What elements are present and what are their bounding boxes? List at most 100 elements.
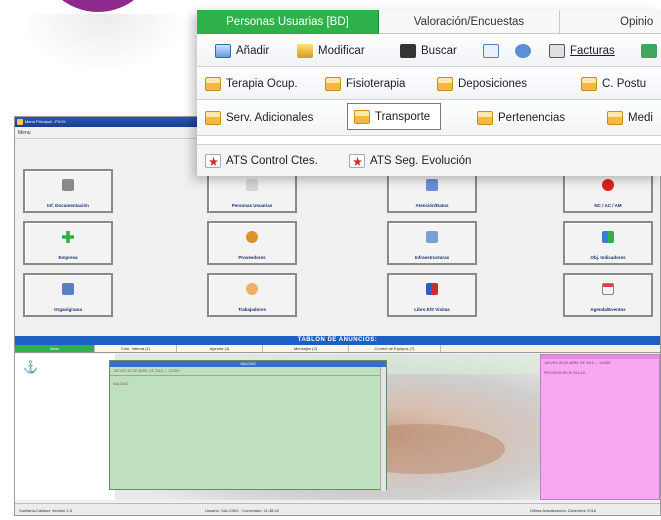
search-button[interactable]: Buscar <box>400 34 457 67</box>
workers-button[interactable]: Trabajadores <box>207 273 297 317</box>
binoculars-icon <box>400 43 416 58</box>
people-icon <box>246 179 258 191</box>
note-body: SALCINO <box>113 382 129 386</box>
note-scrollbar[interactable] <box>380 367 386 491</box>
ribbon-toolbar: Añadir Modificar Buscar Facturas <box>197 34 661 67</box>
pink-note-date: JUEVES 28 DE ABRIL DE 2016 — 13:08H <box>544 361 611 365</box>
folder-icon <box>607 111 623 125</box>
bulletin-board-title: TABLÓN DE ANUNCIOS: <box>15 336 660 345</box>
red-star-icon <box>205 154 221 168</box>
visits-book-button[interactable]: Libro E/S Visitas <box>387 273 477 317</box>
button-label: Organigrama <box>53 307 82 312</box>
org-icon <box>62 283 74 295</box>
tab-agenda[interactable]: Agenda (3) <box>177 345 263 352</box>
folder-icon <box>354 109 370 124</box>
medi-label: Medi <box>628 112 653 124</box>
care-icon <box>426 179 438 191</box>
transporte-button[interactable]: Transporte <box>347 103 442 130</box>
tools-icon <box>426 231 438 243</box>
tab-mensajes[interactable]: Mensajes (2) <box>263 345 349 352</box>
page-icon <box>483 43 499 58</box>
menu-item-menu[interactable]: Menu <box>18 130 31 136</box>
fisioterapia-label: Fisioterapia <box>346 77 406 90</box>
calendar-icon <box>602 283 614 295</box>
documentation-button[interactable]: Inf. Documentación <box>23 169 113 213</box>
invoices-button[interactable]: Facturas <box>549 34 615 67</box>
status-updated: Última Actualización: Diciembre 2016 <box>530 508 597 513</box>
note-date: JUEVES 28 DE ABRIL DE 2016 — 13:08H <box>110 367 386 376</box>
page-button[interactable] <box>483 34 504 67</box>
pertenencias-button[interactable]: Pertenencias <box>477 100 565 136</box>
terapia-ocup-button[interactable]: Terapia Ocup. <box>205 67 298 100</box>
worker-icon <box>246 283 258 295</box>
terapia-ocup-label: Terapia Ocup. <box>226 77 298 90</box>
modify-button[interactable]: Modificar <box>297 34 365 67</box>
blob-shadow <box>18 14 188 74</box>
tab-opinion[interactable]: Opinio <box>559 10 661 34</box>
ribbon-row-services: Serv. Adicionales Transporte Pertenencia… <box>197 100 661 136</box>
c-postu-label: C. Postu <box>602 77 647 90</box>
agenda-button[interactable]: Agenda/Eventos <box>563 273 653 317</box>
folder-icon <box>477 111 493 125</box>
chart-icon <box>602 231 614 243</box>
ats-seg-evolucion-button[interactable]: ATS Seg. Evolución <box>349 145 471 177</box>
folder-icon <box>205 111 221 125</box>
indicators-button[interactable]: Obj. Indicadores <box>563 221 653 265</box>
button-label: Atención/Datos <box>415 203 449 208</box>
deposiciones-button[interactable]: Deposiciones <box>437 67 527 100</box>
brand-purple-shape <box>38 0 158 12</box>
add-button-label: Añadir <box>236 44 270 57</box>
button-label: Proveedores <box>238 255 266 260</box>
tab-inicio[interactable]: Inicio <box>15 345 95 352</box>
pink-note[interactable]: JUEVES 28 DE ABRIL DE 2016 — 13:08H PROV… <box>540 354 660 500</box>
c-postu-button[interactable]: C. Postu <box>581 67 646 100</box>
add-button[interactable]: Añadir <box>215 34 269 67</box>
ats-control-ctes-button[interactable]: ATS Control Ctes. <box>205 145 318 177</box>
ribbon-row-ats: ATS Control Ctes. ATS Seg. Evolución <box>197 144 661 176</box>
company-button[interactable]: Empresa <box>23 221 113 265</box>
ribbon-zoom-panel: Personas Usuarias [BD] Valoración/Encues… <box>197 10 661 176</box>
button-label: Personas Usuarias <box>231 203 273 208</box>
transporte-label: Transporte <box>375 110 431 123</box>
status-bar: Sanitaria-Calidad: Versión 2.5 Usuario: … <box>15 503 660 515</box>
app-icon <box>17 119 23 125</box>
window-title: Menú Principal - PXXX <box>25 119 66 124</box>
plus-icon <box>62 231 74 243</box>
medi-button[interactable]: Medi <box>607 100 653 136</box>
serv-adicionales-button[interactable]: Serv. Adicionales <box>205 100 313 136</box>
link-icon <box>515 43 531 58</box>
tab-valoracion-encuestas[interactable]: Valoración/Encuestas <box>379 10 559 34</box>
folder-icon <box>581 76 597 91</box>
button-label: Empresa <box>58 255 78 260</box>
link-button[interactable] <box>515 34 536 67</box>
tab-control-equipos[interactable]: Control de Equipos (7) <box>349 345 441 352</box>
bulletin-board: ⚓ SALCINO JUEVES 28 DE ABRIL DE 2016 — 1… <box>15 354 660 500</box>
folder-icon <box>325 76 341 91</box>
screenshot-stage: Menú Principal - PXXX Menu Inf. Document… <box>0 0 661 520</box>
folder-icon <box>205 76 221 91</box>
ats-control-ctes-label: ATS Control Ctes. <box>226 155 318 167</box>
invoices-button-label: Facturas <box>570 44 615 57</box>
fisioterapia-button[interactable]: Fisioterapia <box>325 67 405 100</box>
document-icon <box>62 179 74 191</box>
button-label: Agenda/Eventos <box>590 307 626 312</box>
button-label: NC / AC / AM <box>594 203 622 208</box>
ribbon-tabs: Personas Usuarias [BD] Valoración/Encues… <box>197 10 661 34</box>
button-label: Inf. Documentación <box>47 203 89 208</box>
org-chart-button[interactable]: Organigrama <box>23 273 113 317</box>
green-note-window[interactable]: SALCINO JUEVES 28 DE ABRIL DE 2016 — 13:… <box>109 360 387 491</box>
grid-icon <box>641 43 657 58</box>
more-button[interactable] <box>641 34 661 67</box>
group-icon <box>246 231 258 243</box>
invoice-icon <box>549 43 565 58</box>
button-label: Libro E/S Visitas <box>414 307 450 312</box>
red-star-icon <box>349 154 365 168</box>
tab-com-interna[interactable]: Com. Interna (1) <box>95 345 177 352</box>
edit-icon <box>297 43 313 58</box>
deposiciones-label: Deposiciones <box>458 77 528 90</box>
infrastructure-button[interactable]: Infraestructuras <box>387 221 477 265</box>
button-label: Infraestructuras <box>414 255 450 260</box>
suppliers-button[interactable]: Proveedores <box>207 221 297 265</box>
add-document-icon <box>215 43 231 58</box>
tab-personas-usuarias[interactable]: Personas Usuarias [BD] <box>197 10 379 34</box>
